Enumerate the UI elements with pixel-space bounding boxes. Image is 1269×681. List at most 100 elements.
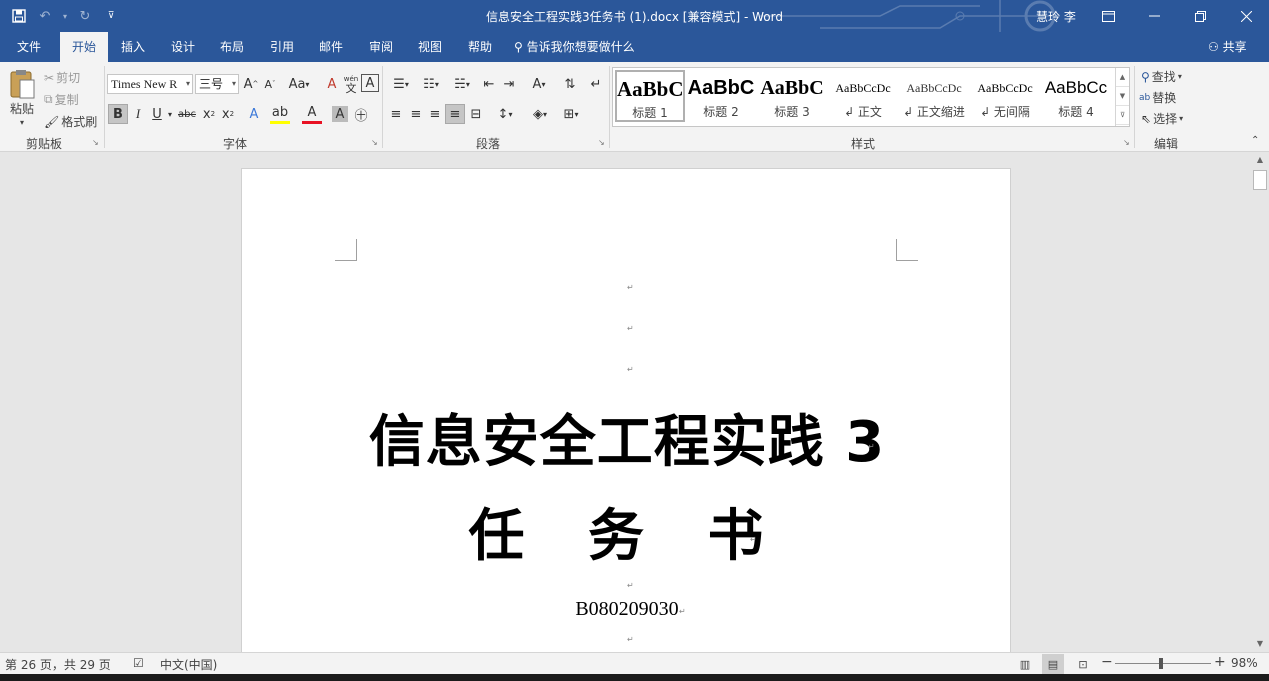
styles-launcher-icon[interactable]: ↘: [1123, 138, 1130, 147]
tab-home[interactable]: 开始: [60, 32, 108, 62]
ribbon-display-options-icon[interactable]: [1085, 0, 1131, 32]
paste-label[interactable]: 粘贴: [10, 100, 34, 117]
shading-icon[interactable]: ◈ ▾: [526, 104, 554, 124]
text-effects-icon[interactable]: A: [244, 104, 264, 124]
increase-indent-icon[interactable]: ⇥: [499, 74, 519, 94]
paragraph-launcher-icon[interactable]: ↘: [598, 138, 605, 147]
numbering-icon[interactable]: ☷ ▾: [416, 74, 446, 94]
tab-file[interactable]: 文件: [4, 32, 54, 62]
tab-layout[interactable]: 布局: [211, 32, 253, 62]
multilevel-list-icon[interactable]: ☵ ▾: [447, 74, 477, 94]
distributed-icon[interactable]: ⊟: [466, 104, 486, 124]
styles-scroll-down-icon[interactable]: ▼: [1116, 87, 1129, 106]
web-layout-icon[interactable]: ⊡: [1072, 654, 1094, 674]
style-normal[interactable]: AaBbCcDc ↲ 正文: [828, 71, 898, 123]
tab-help[interactable]: 帮助: [459, 32, 501, 62]
chinese-layout-icon[interactable]: A ▾: [526, 74, 552, 94]
copy-label: 复制: [54, 93, 79, 107]
scroll-up-icon[interactable]: ▲: [1251, 152, 1269, 168]
align-left-icon[interactable]: ≡: [386, 104, 406, 124]
strikethrough-button[interactable]: abc: [177, 104, 197, 124]
decrease-indent-icon[interactable]: ⇤: [479, 74, 499, 94]
collapse-ribbon-icon[interactable]: ⌃: [1251, 135, 1259, 146]
paste-dropdown-icon[interactable]: ▾: [20, 118, 24, 127]
line-spacing-icon[interactable]: ↕ ▾: [491, 104, 519, 124]
paste-button[interactable]: [8, 68, 36, 100]
style-normal-indent[interactable]: AaBbCcDc ↲ 正文缩进: [899, 71, 969, 123]
style-heading-1[interactable]: AaBbC 标题 1: [615, 70, 685, 122]
document-page[interactable]: ↵ ↵ ↵ 信息安全工程实践 3 ↵ 任 务 书 ↵ ↵ B080209030 …: [241, 168, 1011, 658]
character-border-icon[interactable]: A: [361, 74, 379, 92]
share-button[interactable]: ⚇ 共享: [1208, 32, 1247, 62]
highlight-color-icon[interactable]: ab: [270, 104, 290, 124]
underline-button[interactable]: U: [147, 104, 167, 124]
find-button[interactable]: ⚲ 查找 ▾: [1141, 68, 1182, 85]
style-no-spacing[interactable]: AaBbCcDc ↲ 无间隔: [970, 71, 1040, 123]
change-case-button[interactable]: Aa ▾: [284, 74, 314, 94]
align-center-icon[interactable]: ≡: [406, 104, 426, 124]
subscript-button[interactable]: x2: [199, 104, 219, 124]
language-indicator[interactable]: 中文(中国): [160, 656, 217, 673]
restore-icon[interactable]: [1177, 0, 1223, 32]
grow-font-icon[interactable]: A ^: [241, 74, 261, 94]
tab-view[interactable]: 视图: [409, 32, 451, 62]
format-painter-button[interactable]: 🖌 格式刷: [44, 113, 97, 130]
styles-more-icon[interactable]: ⊽: [1116, 106, 1129, 125]
close-icon[interactable]: [1223, 0, 1269, 32]
zoom-in-icon[interactable]: +: [1214, 654, 1226, 670]
font-launcher-icon[interactable]: ↘: [371, 138, 378, 147]
style-heading-3[interactable]: AaBbC 标题 3: [757, 71, 827, 123]
underline-dropdown-icon[interactable]: ▾: [165, 104, 175, 124]
document-subtitle[interactable]: 任 务 书: [242, 491, 1012, 572]
font-name-combo[interactable]: Times New R ▾: [107, 74, 193, 94]
proofing-icon[interactable]: ☑: [133, 656, 144, 670]
page-count[interactable]: 第 26 页，共 29 页: [5, 656, 111, 673]
vertical-scrollbar[interactable]: ▲ ▼: [1251, 152, 1269, 652]
italic-button[interactable]: I: [128, 104, 148, 124]
zoom-out-icon[interactable]: −: [1101, 654, 1113, 670]
zoom-level[interactable]: 98%: [1231, 656, 1258, 670]
tell-me-box[interactable]: ⚲ 告诉我你想要做什么: [514, 32, 635, 62]
styles-scroll-up-icon[interactable]: ▲: [1116, 68, 1129, 87]
tab-design[interactable]: 设计: [162, 32, 204, 62]
style-heading-4[interactable]: AaBbCc 标题 4: [1041, 71, 1111, 123]
style-heading-2[interactable]: AaBbC 标题 2: [686, 71, 756, 123]
copy-button[interactable]: ⧉ 复制: [44, 91, 79, 108]
phonetic-guide-icon[interactable]: wén 文: [341, 74, 361, 94]
shrink-font-icon[interactable]: Aˇ: [260, 74, 280, 94]
scroll-down-icon[interactable]: ▼: [1251, 636, 1269, 652]
align-right-icon[interactable]: ≡: [425, 104, 445, 124]
title-bar: ↶ ▾ ↻ ⊽ 信息安全工程实践3任务书 (1).docx [兼容模式] - W…: [0, 0, 1269, 32]
clipboard-launcher-icon[interactable]: ↘: [92, 138, 99, 147]
justify-icon[interactable]: ≡: [445, 104, 465, 124]
font-color-icon[interactable]: A: [302, 104, 322, 124]
superscript-button[interactable]: x2: [218, 104, 238, 124]
font-size-combo[interactable]: 三号 ▾: [195, 74, 239, 94]
course-code[interactable]: B080209030: [242, 598, 1012, 621]
tab-mailings[interactable]: 邮件: [310, 32, 352, 62]
tab-insert[interactable]: 插入: [112, 32, 154, 62]
select-button[interactable]: ⇖ 选择 ▾: [1141, 110, 1183, 127]
bold-button[interactable]: B: [108, 104, 128, 124]
minimize-icon[interactable]: [1131, 0, 1177, 32]
character-shading-icon[interactable]: A: [332, 106, 348, 122]
zoom-slider-track[interactable]: [1115, 663, 1211, 664]
read-mode-icon[interactable]: ▥: [1014, 654, 1036, 674]
clear-formatting-icon[interactable]: A: [322, 74, 342, 94]
zoom-slider-thumb[interactable]: [1159, 658, 1163, 669]
user-name[interactable]: 慧玲 李: [1036, 8, 1076, 25]
sort-icon[interactable]: ⇅: [560, 74, 580, 94]
print-layout-icon[interactable]: ▤: [1042, 654, 1064, 674]
show-marks-icon[interactable]: ↵: [586, 74, 606, 94]
replace-button[interactable]: ab 替换: [1139, 89, 1176, 106]
tab-references[interactable]: 引用: [261, 32, 303, 62]
change-case-label: Aa: [288, 76, 306, 92]
borders-icon[interactable]: ⊞ ▾: [557, 104, 585, 124]
scroll-thumb[interactable]: [1253, 170, 1267, 190]
bullets-icon[interactable]: ☰ ▾: [386, 74, 416, 94]
tab-review[interactable]: 审阅: [360, 32, 402, 62]
select-label: 选择: [1153, 112, 1178, 126]
enclose-characters-icon[interactable]: ㊉: [351, 104, 371, 124]
cut-button[interactable]: ✂ 剪切: [44, 69, 80, 86]
document-title[interactable]: 信息安全工程实践 3: [242, 397, 1012, 478]
